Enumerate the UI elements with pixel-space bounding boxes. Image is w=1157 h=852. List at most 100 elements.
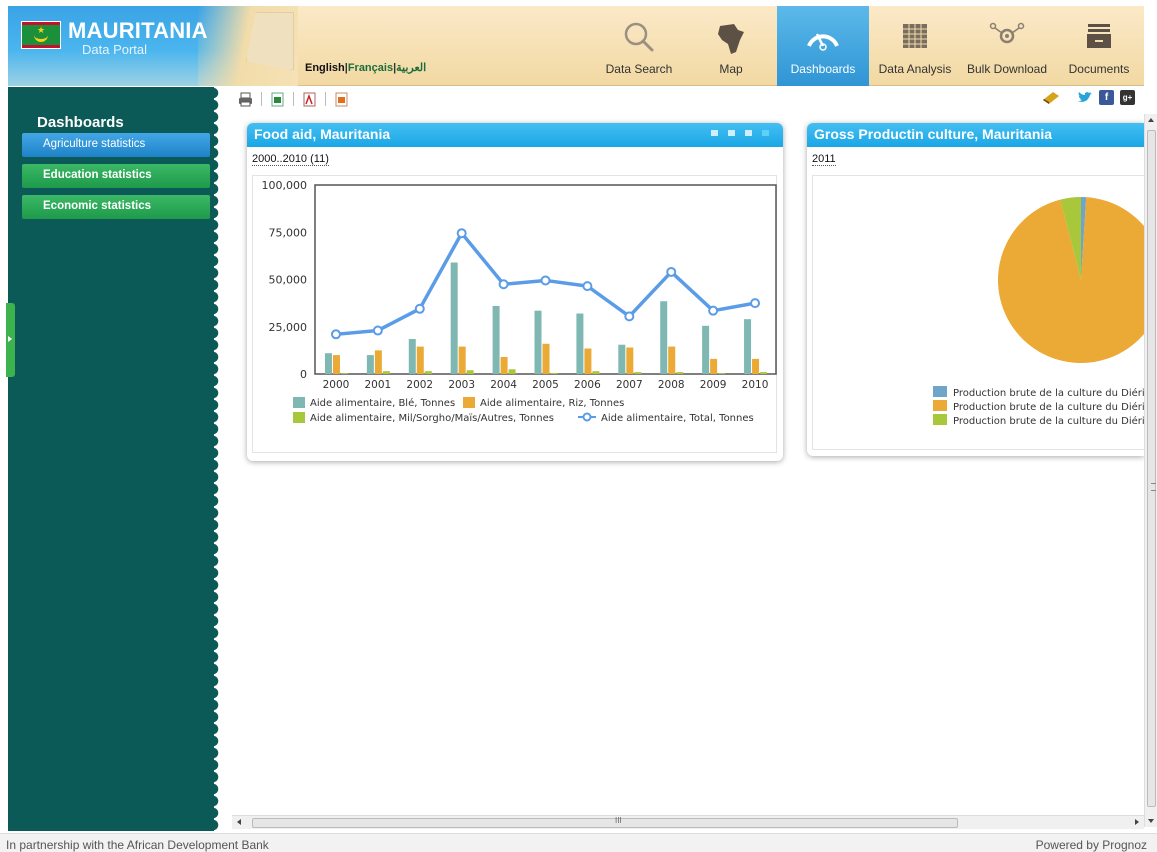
x-tick-label: 2003	[448, 379, 475, 391]
sidebar-item-education[interactable]: Education statistics	[22, 164, 210, 188]
y-tick-label: 0	[300, 368, 307, 381]
sidebar-item-economic[interactable]: Economic statistics	[22, 195, 210, 219]
flag-icon: ★	[22, 22, 60, 48]
scroll-up-arrow-icon[interactable]	[1148, 118, 1154, 122]
magnifier-icon	[624, 22, 654, 52]
legend-label: Production brute de la culture du Diéri,	[953, 401, 1144, 413]
panel-print-icon[interactable]	[745, 130, 752, 136]
toolbar-separator	[293, 92, 294, 106]
bar-1	[710, 358, 718, 374]
document-tray-icon	[1087, 24, 1111, 48]
bar-1	[542, 343, 550, 374]
nav-bulk-download[interactable]: Bulk Download	[961, 6, 1053, 86]
scroll-right-arrow-icon[interactable]	[1135, 819, 1139, 825]
bar-0	[660, 301, 668, 374]
legend-marker	[582, 412, 592, 422]
panel-actions	[711, 130, 769, 136]
legend-swatch	[933, 400, 947, 411]
panel-period-selector[interactable]: 2000..2010 (11)	[247, 147, 783, 169]
lang-arabic-link[interactable]: العربية	[396, 62, 426, 74]
total-point	[372, 325, 383, 336]
panel-title: Gross Productin culture, Mauritania	[814, 126, 1053, 142]
vertical-scroll-thumb[interactable]	[1147, 130, 1156, 807]
bar-1	[626, 347, 634, 374]
horizontal-scrollbar[interactable]: III	[232, 815, 1144, 829]
bar-0	[744, 319, 752, 374]
panel-header: Gross Productin culture, Mauritania	[807, 123, 1144, 147]
bar-1	[668, 346, 676, 374]
google-plus-icon[interactable]: g+	[1120, 90, 1135, 105]
legend-swatch	[933, 414, 947, 425]
sidebar-item-agriculture[interactable]: Agriculture statistics	[22, 133, 210, 157]
social-share-bar: f g+	[1041, 90, 1135, 105]
panel-chart-view-icon[interactable]	[728, 130, 735, 136]
grip-icon	[1151, 483, 1156, 491]
nav-label: Dashboards	[790, 62, 856, 76]
legend-label: Aide alimentaire, Blé, Tonnes	[310, 397, 455, 409]
nav-map[interactable]: Map	[685, 6, 777, 86]
export-ppt-icon[interactable]	[334, 92, 349, 107]
gauge-icon	[807, 33, 839, 51]
bar-0	[618, 344, 626, 374]
bar-2	[718, 373, 726, 374]
scroll-down-arrow-icon[interactable]	[1148, 819, 1154, 823]
food-aid-chart: 0 25,000 50,000 75,000 100,000 2000 2001 2002 20…	[262, 179, 777, 424]
network-icon	[989, 22, 1025, 44]
legend-label: Aide alimentaire, Total, Tonnes	[601, 413, 754, 424]
x-tick-label: 2000	[323, 379, 350, 391]
footer-powered-by[interactable]: Powered by Prognoz	[1036, 838, 1147, 852]
x-tick-label: 2008	[658, 379, 685, 391]
nav-dashboards[interactable]: Dashboards	[777, 6, 869, 86]
x-tick-label: 2006	[574, 379, 601, 391]
brand-subtitle: Data Portal	[82, 42, 148, 57]
panel-settings-icon[interactable]	[762, 130, 769, 136]
horizontal-scroll-thumb[interactable]: III	[252, 816, 958, 828]
panel-period-selector[interactable]: 2011	[807, 147, 1144, 169]
legend-swatch	[463, 397, 475, 408]
x-tick-label: 2002	[406, 379, 433, 391]
food-aid-panel: Food aid, Mauritania 2000..2010 (11) 0 25…	[247, 123, 783, 461]
chart-frame: 0 25,000 50,000 75,000 100,000 2000 2001 2002 20…	[252, 175, 777, 453]
nav-documents[interactable]: Documents	[1053, 6, 1145, 86]
bar-2	[634, 372, 642, 374]
toolbar-separator	[261, 92, 262, 106]
twitter-icon[interactable]	[1077, 90, 1093, 105]
panel-table-view-icon[interactable]	[711, 130, 718, 136]
total-point	[540, 275, 551, 286]
sidebar-zigzag-edge	[213, 87, 221, 831]
facebook-icon[interactable]: f	[1099, 90, 1114, 105]
expand-arrow-icon	[8, 336, 12, 342]
bar-1	[374, 350, 382, 374]
x-tick-label: 2001	[364, 379, 391, 391]
bar-1	[332, 355, 340, 374]
nav-data-search[interactable]: Data Search	[593, 6, 685, 86]
bar-2	[382, 371, 390, 374]
nav-label: Documents	[1068, 62, 1130, 76]
bar-1	[416, 346, 424, 374]
lang-english-link[interactable]: English	[305, 62, 345, 74]
y-tick-label: 75,000	[269, 226, 308, 239]
bar-0	[534, 310, 542, 374]
bar-2	[466, 370, 474, 374]
gross-production-pie-chart: Production brute de la culture du Diéri,…	[933, 197, 1144, 427]
nav-data-analysis[interactable]: Data Analysis	[869, 6, 961, 86]
nav-label: Data Analysis	[878, 62, 952, 76]
scroll-left-arrow-icon[interactable]	[237, 819, 241, 825]
sidebar-toggle-handle[interactable]	[6, 303, 15, 377]
legend-label: Aide alimentaire, Mil/Sorgho/Maïs/Autres…	[310, 413, 554, 424]
brand-area[interactable]: ★ MAURITANIA Data Portal	[8, 6, 298, 86]
nav-label: Map	[719, 62, 743, 76]
bar-1	[500, 356, 508, 374]
bar-2	[508, 369, 516, 374]
legend-swatch	[293, 397, 305, 408]
total-point	[582, 281, 593, 292]
dashboard-toolbar	[238, 90, 349, 108]
export-excel-icon[interactable]	[270, 92, 285, 107]
total-point	[456, 228, 467, 239]
y-tick-label: 25,000	[269, 321, 308, 334]
print-icon[interactable]	[238, 92, 253, 107]
bookmark-icon[interactable]	[1041, 90, 1061, 105]
lang-french-link[interactable]: Français	[348, 62, 393, 74]
vertical-scrollbar[interactable]	[1144, 114, 1157, 827]
export-pdf-icon[interactable]	[302, 92, 317, 107]
